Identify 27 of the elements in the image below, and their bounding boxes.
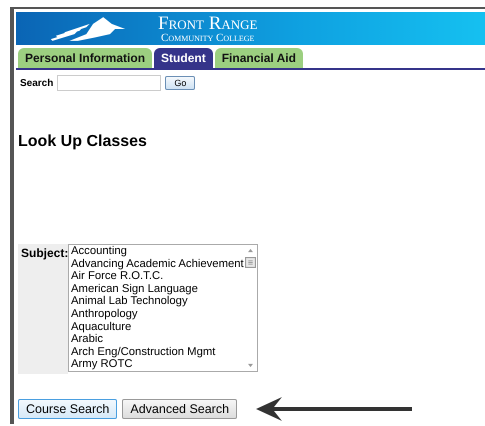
nav-tab[interactable]: Financial Aid [214, 48, 303, 68]
subject-listbox[interactable]: Accounting Advancing Academic Achievement Air Force R.O.T.C. American Sign Language Animal Lab Technology Anthropology Aquaculture Arabic Arch Eng/Construction Mgmt Army ROTC [68, 244, 258, 372]
scroll-down-icon[interactable] [247, 363, 254, 368]
subject-option[interactable]: Army ROTC [71, 358, 244, 371]
go-button[interactable]: Go [165, 76, 196, 90]
subject-option[interactable]: Advancing Academic Achievement [71, 258, 244, 270]
subject-option[interactable]: Air Force R.O.T.C. [71, 270, 244, 283]
subject-option[interactable]: Aquaculture [71, 320, 244, 334]
college-subtitle: Community College [161, 32, 254, 44]
subject-option[interactable]: Animal Lab Technology [71, 295, 244, 308]
nav-tab[interactable]: Personal Information [18, 48, 152, 68]
search-button[interactable]: Course Search [18, 399, 118, 419]
college-name: Front Range [158, 14, 258, 32]
subject-option[interactable]: Accounting [71, 245, 244, 258]
subject-option[interactable]: Arch Eng/Construction Mgmt [71, 346, 244, 358]
search-label: Search [20, 78, 54, 88]
page-heading: Look Up Classes [18, 133, 148, 151]
left-arrow-icon [254, 396, 414, 422]
search-field[interactable] [57, 75, 162, 91]
subject-label: Subject: [18, 244, 68, 374]
nav-tab[interactable]: Student [154, 48, 213, 68]
scroll-thumb-icon[interactable] [245, 257, 256, 268]
scroll-up-icon[interactable] [247, 248, 254, 253]
subject-option[interactable]: Arabic [71, 333, 244, 346]
subject-option[interactable]: Anthropology [71, 308, 244, 321]
subject-option[interactable]: American Sign Language [71, 282, 244, 296]
search-button[interactable]: Advanced Search [122, 399, 238, 419]
